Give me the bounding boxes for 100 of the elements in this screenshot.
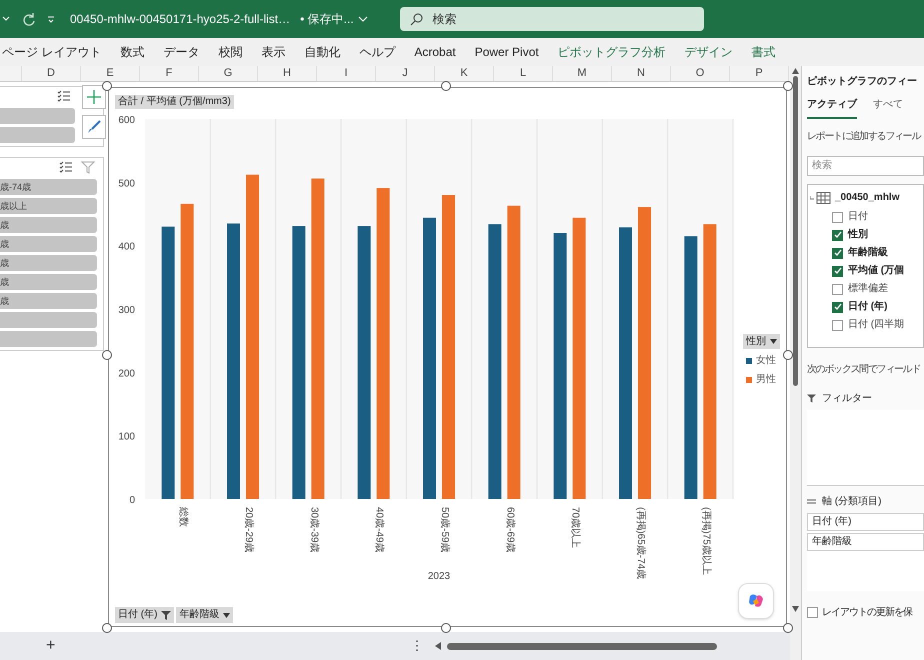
- chevron-icon[interactable]: [358, 15, 368, 23]
- pane-tab[interactable]: アクティブ: [807, 97, 857, 119]
- redo-icon[interactable]: [22, 12, 36, 26]
- category-label: 50歳-59歳: [439, 507, 450, 553]
- legend-swatch: [746, 376, 752, 382]
- legend-swatch: [746, 358, 752, 364]
- rows-icon: [807, 498, 816, 504]
- column-header[interactable]: N: [612, 66, 671, 81]
- checkbox[interactable]: [832, 248, 843, 258]
- ribbon-tab[interactable]: 表示: [261, 43, 286, 61]
- slicer-item[interactable]: 歳以上: [0, 198, 97, 214]
- slicer-item[interactable]: 歳: [0, 236, 97, 252]
- slicer-item[interactable]: 歳: [0, 217, 97, 233]
- y-tick-label: 600: [118, 115, 135, 126]
- scroll-left-icon[interactable]: [435, 642, 442, 650]
- field-item[interactable]: 日付: [810, 211, 923, 223]
- multi-select-icon[interactable]: [57, 90, 71, 102]
- column-header[interactable]: L: [494, 66, 553, 81]
- column-header[interactable]: G: [199, 66, 258, 81]
- copilot-button[interactable]: [738, 583, 774, 619]
- axis-field-item[interactable]: 日付 (年): [807, 513, 924, 531]
- checkbox[interactable]: [832, 230, 843, 240]
- table-name[interactable]: _00450_mhlw: [835, 190, 900, 205]
- slicer-item[interactable]: 歳: [0, 274, 97, 290]
- category-label: 40歳-49歳: [374, 507, 385, 553]
- ribbon-tab[interactable]: Acrobat: [414, 43, 456, 61]
- y-tick-label: 200: [118, 368, 135, 380]
- search-placeholder: 検索: [432, 11, 457, 28]
- add-sheet-button[interactable]: +: [46, 634, 56, 658]
- ribbon-tab[interactable]: 数式: [120, 43, 144, 61]
- dropdown-icon: [223, 612, 230, 618]
- style-button[interactable]: [82, 115, 106, 139]
- column-header[interactable]: J: [376, 66, 435, 81]
- scroll-up-icon[interactable]: [792, 68, 799, 74]
- slicer-item[interactable]: 歳: [0, 255, 97, 271]
- checkbox[interactable]: [832, 302, 843, 312]
- field-search[interactable]: 検索: [807, 156, 924, 176]
- slicer-item[interactable]: 歳-74歳: [0, 179, 97, 195]
- field-item[interactable]: 標準偏差: [810, 283, 923, 295]
- legend-label: 男性: [756, 372, 776, 387]
- horizontal-scrollbar[interactable]: [447, 642, 718, 650]
- column-header[interactable]: I: [317, 66, 376, 81]
- legend-field-button[interactable]: 性別: [743, 334, 780, 349]
- column-header[interactable]: D: [22, 66, 81, 81]
- pane-title: ピボットグラフのフィー: [807, 74, 918, 89]
- resize-handle[interactable]: [102, 623, 112, 633]
- column-header[interactable]: F: [140, 66, 199, 81]
- checkbox[interactable]: [832, 320, 843, 330]
- category-label: (再掲)75歳以上: [700, 507, 712, 575]
- ribbon-tab[interactable]: ページ レイアウト: [2, 43, 102, 61]
- axis-field-item[interactable]: 年齢階級: [807, 533, 924, 551]
- search-icon: [410, 12, 423, 26]
- file-name: 00450-mhlw-00450171-hyo25-2-full-list…: [70, 11, 290, 28]
- ribbon-tab[interactable]: ヘルプ: [359, 43, 396, 61]
- y-tick-label: 400: [118, 242, 135, 253]
- axis-drop-area[interactable]: 日付 (年) 年齢階級: [807, 513, 924, 591]
- checkbox[interactable]: [807, 607, 818, 618]
- category-label: 総数: [178, 507, 189, 527]
- checkbox[interactable]: [832, 212, 843, 222]
- field-item[interactable]: 性別: [810, 229, 923, 241]
- ribbon-tab[interactable]: デザイン: [684, 43, 733, 61]
- ribbon-tab[interactable]: 校閲: [218, 43, 242, 61]
- checkbox[interactable]: [832, 284, 843, 294]
- category-label: 20歳-29歳: [243, 507, 254, 553]
- slicer-item[interactable]: 歳: [0, 293, 97, 309]
- axis-area-label: 軸 (分類項目): [822, 494, 882, 509]
- ribbon-tab[interactable]: 書式: [752, 43, 776, 61]
- customize-icon[interactable]: [46, 14, 56, 24]
- y-tick-label: 300: [118, 305, 135, 316]
- column-header[interactable]: O: [671, 66, 730, 81]
- multi-select-icon[interactable]: [59, 161, 73, 173]
- column-header[interactable]: M: [553, 66, 612, 81]
- field-item[interactable]: 日付 (四半期: [810, 319, 923, 331]
- checkbox[interactable]: [832, 266, 843, 276]
- ribbon-tab[interactable]: データ: [163, 43, 200, 61]
- more-icon[interactable]: ⋮: [410, 636, 424, 656]
- resize-handle[interactable]: [102, 350, 112, 360]
- y-tick-label: 500: [118, 178, 135, 190]
- ribbon-tab[interactable]: 自動化: [304, 43, 340, 61]
- save-status[interactable]: • 保存中...: [300, 10, 354, 28]
- column-header[interactable]: H: [258, 66, 317, 81]
- category-label: 30歳-39歳: [308, 507, 320, 553]
- value-field-button[interactable]: 合計 / 平均値 (万個/mm3): [115, 95, 234, 109]
- pane-hint: レポートに追加するフィール: [807, 130, 922, 144]
- scroll-down-icon[interactable]: [792, 606, 799, 612]
- plus-icon: [87, 90, 101, 104]
- ribbon-tab[interactable]: Power Pivot: [474, 43, 539, 61]
- field-item[interactable]: 年齢階級: [810, 247, 923, 259]
- chevron-icon[interactable]: [2, 16, 10, 22]
- vertical-scrollbar[interactable]: [793, 76, 798, 386]
- search-field[interactable]: 検索: [400, 7, 704, 31]
- field-item[interactable]: 平均値 (万個: [810, 265, 923, 277]
- pane-tab[interactable]: すべて: [873, 97, 903, 119]
- chart-object[interactable]: 合計 / 平均値 (万個/mm3) 0 100 200 300 400 500 600 総数 20歳-29歳 30歳-39歳 40歳-49歳 50歳-59歳 60歳-69歳 70歳以上 (再掲)65歳-74歳 (再掲)75歳以上 2023 性別 女性 男性 日付 (年) 年齢階級: [108, 87, 787, 627]
- filter-area-label: フィルター: [822, 392, 872, 406]
- axis-field-button[interactable]: 年齢階級: [176, 607, 234, 623]
- axis-field-button[interactable]: 日付 (年): [115, 607, 174, 623]
- add-button[interactable]: [82, 85, 106, 109]
- ribbon-tab[interactable]: ピボットグラフ分析: [558, 43, 666, 61]
- field-item[interactable]: 日付 (年): [810, 301, 923, 313]
